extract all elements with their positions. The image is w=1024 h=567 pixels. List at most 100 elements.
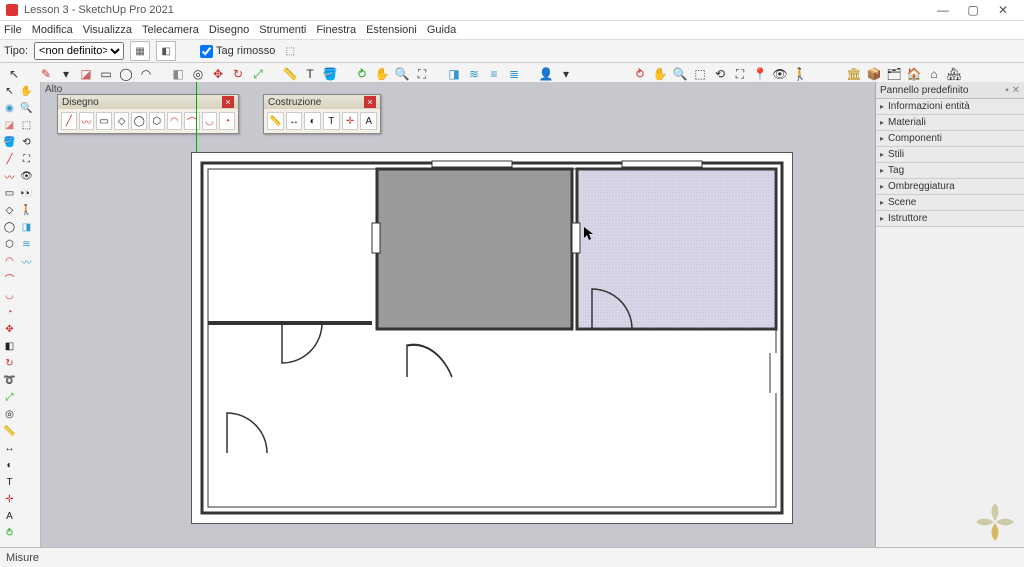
pt-free-icon[interactable]: 〰	[79, 112, 95, 130]
lt-arc-icon[interactable]: ◠	[2, 254, 17, 269]
select-tool-icon[interactable]: ↖	[6, 66, 22, 82]
rp-item-info[interactable]: Informazioni entità	[876, 99, 1024, 115]
minimize-button[interactable]: —	[928, 3, 958, 17]
person-icon[interactable]: 👤	[538, 66, 554, 82]
lt-rotate-icon[interactable]: ↻	[2, 356, 17, 371]
pencil-icon[interactable]: ✎	[38, 66, 54, 82]
lt-walk-icon[interactable]: 🚶	[19, 203, 34, 218]
costruzione-palette[interactable]: Costruzione× 📏 ↔ ◐ T ✛ A	[263, 94, 381, 134]
ct-text-icon[interactable]: T	[323, 112, 340, 130]
orbit-icon[interactable]: ⥁	[354, 66, 370, 82]
text-icon[interactable]: T	[302, 66, 318, 82]
ct-dim-icon[interactable]: ↔	[286, 112, 303, 130]
prev-icon[interactable]: ⟲	[712, 66, 728, 82]
lt-select-icon[interactable]: ↖	[2, 84, 17, 99]
menu-file[interactable]: File	[4, 24, 22, 36]
rp-item-istruttore[interactable]: Istruttore	[876, 211, 1024, 227]
maximize-button[interactable]: ▢	[958, 3, 988, 17]
menu-finestra[interactable]: Finestra	[316, 24, 356, 36]
layers2-icon[interactable]: ≡	[486, 66, 502, 82]
lt-axes-icon[interactable]: ✛	[2, 492, 17, 507]
lt-text-icon[interactable]: T	[2, 475, 17, 490]
lt-section-icon[interactable]: ◨	[19, 220, 34, 235]
pan-icon[interactable]: ✋	[374, 66, 390, 82]
disegno-palette[interactable]: Disegno× ╱ 〰 ▭ ◇ ◯ ⬡ ◠ ⌒ ◡ ◔	[57, 94, 239, 134]
menu-visualizza[interactable]: Visualizza	[83, 24, 132, 36]
lt-scale-icon[interactable]: ⤢	[2, 390, 17, 405]
ct-axes-icon[interactable]: ✛	[342, 112, 359, 130]
pt-arc1-icon[interactable]: ◠	[167, 112, 183, 130]
panel-pin-icon[interactable]: ▪ ✕	[1005, 85, 1020, 96]
pt-circ-icon[interactable]: ◯	[131, 112, 147, 130]
zoomext2-icon[interactable]: ⛶	[732, 66, 748, 82]
pt-rot-icon[interactable]: ◇	[114, 112, 130, 130]
offset-icon[interactable]: ◎	[190, 66, 206, 82]
dropdown2-icon[interactable]: ▾	[558, 66, 574, 82]
house2-icon[interactable]: ⌂	[926, 66, 942, 82]
move-icon[interactable]: ✥	[210, 66, 226, 82]
section-icon[interactable]: ◨	[446, 66, 462, 82]
close-button[interactable]: ✕	[988, 3, 1018, 17]
layers-icon[interactable]: ≋	[466, 66, 482, 82]
paint-icon[interactable]: 🪣	[322, 66, 338, 82]
lt-zoom-icon[interactable]: 🔍	[19, 101, 34, 116]
tag-removed-checkbox[interactable]: Tag rimosso	[200, 45, 275, 58]
opt-icon-3[interactable]: ⬚	[281, 42, 299, 60]
right-panel-title[interactable]: Pannello predefinito▪ ✕	[876, 82, 1024, 99]
lt-zoomwin-icon[interactable]: ⬚	[19, 118, 34, 133]
lt-move-icon[interactable]: ✥	[2, 322, 17, 337]
orbit2-icon[interactable]: ⥁	[632, 66, 648, 82]
pt-pie-icon[interactable]: ◔	[219, 112, 235, 130]
lt-eraser-icon[interactable]: ◪	[2, 118, 17, 133]
layers3-icon[interactable]: ≣	[506, 66, 522, 82]
ct-prot-icon[interactable]: ◐	[304, 112, 321, 130]
menu-telecamera[interactable]: Telecamera	[142, 24, 199, 36]
lt-arc3-icon[interactable]: ◡	[2, 288, 17, 303]
menu-estensioni[interactable]: Estensioni	[366, 24, 417, 36]
component-icon[interactable]: 📦	[866, 66, 882, 82]
rp-item-scene[interactable]: Scene	[876, 195, 1024, 211]
pt-poly-icon[interactable]: ⬡	[149, 112, 165, 130]
lt-protractor-icon[interactable]: ◐	[2, 458, 17, 473]
circle-icon[interactable]: ◯	[118, 66, 134, 82]
rp-item-componenti[interactable]: Componenti	[876, 131, 1024, 147]
ct-tape-icon[interactable]: 📏	[267, 112, 284, 130]
lt-offset-icon[interactable]: ◎	[2, 407, 17, 422]
zoomwin-icon[interactable]: ⬚	[692, 66, 708, 82]
lt-look-icon[interactable]: 👀	[19, 186, 34, 201]
rp-item-materiali[interactable]: Materiali	[876, 115, 1024, 131]
lt-freehand-icon[interactable]: 〰	[2, 169, 17, 184]
rotate-icon[interactable]: ↻	[230, 66, 246, 82]
lt-3dtext-icon[interactable]: A	[2, 509, 17, 524]
lt-tape-icon[interactable]: 📏	[2, 424, 17, 439]
tape-icon[interactable]: 📏	[282, 66, 298, 82]
lt-rotrect-icon[interactable]: ◇	[2, 203, 17, 218]
look-icon[interactable]: 👁	[772, 66, 788, 82]
type-select[interactable]: <non definito>	[34, 42, 124, 60]
zoom-extents-icon[interactable]: ⛶	[414, 66, 430, 82]
lt-pushpull-icon[interactable]: ◧	[2, 339, 17, 354]
ct-3dtext-icon[interactable]: A	[360, 112, 377, 130]
rp-item-stili[interactable]: Stili	[876, 147, 1024, 163]
lt-zoomext-icon[interactable]: ⛶	[19, 152, 34, 167]
pt-rect-icon[interactable]: ▭	[96, 112, 112, 130]
canvas[interactable]: Alto Disegno× ╱ 〰 ▭ ◇ ◯ ⬡ ◠ ⌒ ◡ ◔ Costru…	[41, 82, 875, 548]
menu-strumenti[interactable]: Strumenti	[259, 24, 306, 36]
scale-icon[interactable]: ⤢	[250, 66, 266, 82]
menu-disegno[interactable]: Disegno	[209, 24, 249, 36]
rp-item-ombreggiatura[interactable]: Ombreggiatura	[876, 179, 1024, 195]
lt-prev-icon[interactable]: ⟲	[19, 135, 34, 150]
lt-followme-icon[interactable]: ➰	[2, 373, 17, 388]
disegno-close-icon[interactable]: ×	[222, 96, 234, 108]
lt-sandbox2-icon[interactable]: 〰	[19, 254, 34, 269]
pt-arc2-icon[interactable]: ⌒	[184, 112, 200, 130]
lt-arc2-icon[interactable]: ⌒	[2, 271, 17, 286]
position-icon[interactable]: 📍	[752, 66, 768, 82]
dropdown-icon[interactable]: ▾	[58, 66, 74, 82]
lt-circle-icon[interactable]: ◯	[2, 220, 17, 235]
warehouse-icon[interactable]: 🏛	[846, 66, 862, 82]
pan2-icon[interactable]: ✋	[652, 66, 668, 82]
costruzione-close-icon[interactable]: ×	[364, 96, 376, 108]
rect-icon[interactable]: ▭	[98, 66, 114, 82]
menu-modifica[interactable]: Modifica	[32, 24, 73, 36]
